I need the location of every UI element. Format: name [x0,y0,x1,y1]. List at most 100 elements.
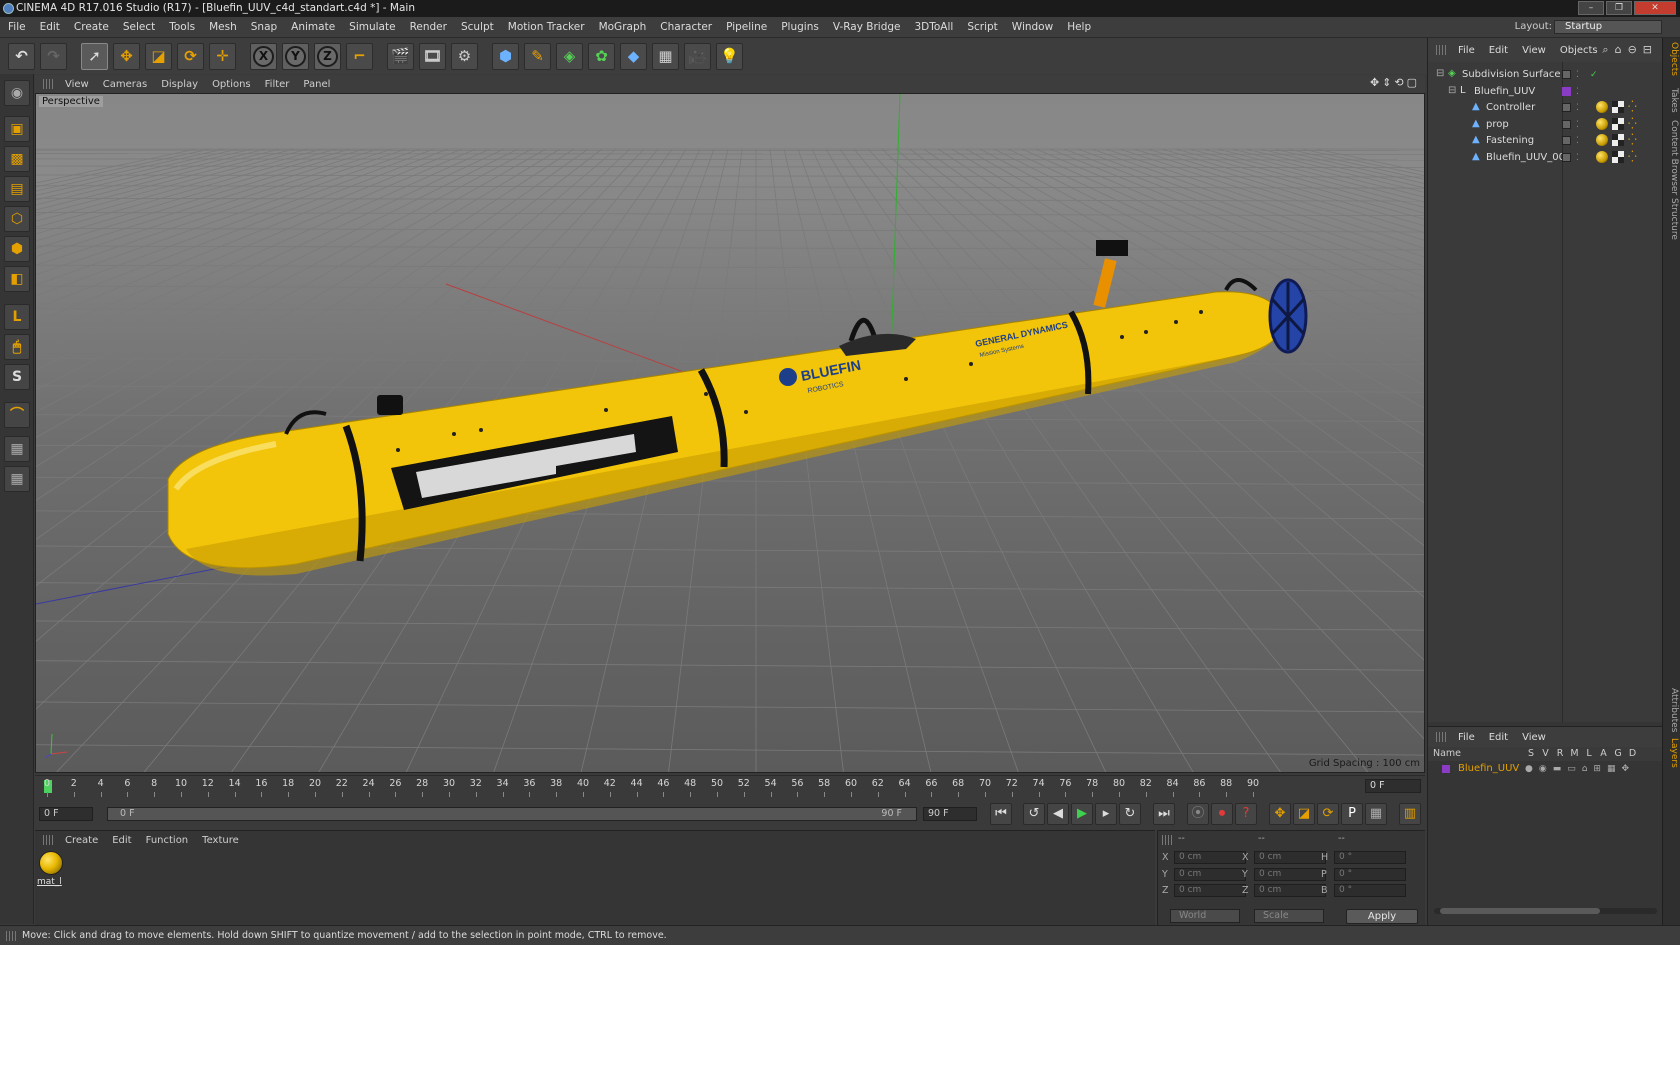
uvw-tag-icon[interactable] [1612,117,1624,130]
object-manager-tool-icons[interactable]: ⌕⌂⊖⊟ [1602,43,1658,57]
uuv-model[interactable]: BLUEFIN ROBOTICS GENERAL DYNAMICS Missio… [167,240,1308,576]
floor-icon[interactable]: ▦ [652,42,679,70]
visibility-toggle-icon[interactable] [1562,152,1571,162]
timeline-window-icon[interactable]: ▥ [1399,803,1421,825]
menu-item-v-ray-bridge[interactable]: V-Ray Bridge [833,21,901,33]
expand-icon[interactable]: ⊟ [1436,69,1446,79]
material-tag-icon[interactable] [1596,134,1608,146]
rotate-tool-icon[interactable]: ⟳ [177,42,204,70]
play-icon[interactable]: ▶ [1071,803,1093,825]
viewport-menu-display[interactable]: Display [161,79,198,90]
menu-item-mograph[interactable]: MoGraph [599,21,647,33]
object-name[interactable]: Controller [1486,99,1535,116]
enabled-check-icon[interactable]: ✓ [1590,67,1598,84]
object-manager-tree[interactable]: ⊟ ◈ Subdivision Surface ⁚ ✓ ⊟ L Bluefin_UUV ⁚ ▲ Co… [1428,62,1663,722]
magnet-icon[interactable]: ⌒ [4,402,30,428]
model-mode-icon[interactable]: ▣ [4,116,30,142]
side-tab-structure[interactable]: Structure [1665,198,1679,240]
uvw-tag-icon[interactable] [1612,101,1624,113]
layer-menu-edit[interactable]: Edit [1489,732,1508,743]
spline-pen-icon[interactable]: ✎ [524,42,551,70]
coord-mode-select[interactable]: Scale [1254,909,1324,923]
side-tab-takes[interactable]: Takes [1665,88,1679,113]
x-axis-lock-icon[interactable]: X [250,42,277,70]
material-swatch[interactable] [39,851,63,875]
side-tab-content-browser[interactable]: Content Browser [1665,120,1679,195]
render-settings-icon[interactable]: ⚙ [451,42,478,70]
key-point-level-icon[interactable]: ▦ [1365,803,1387,825]
layer-column-m[interactable]: M [1570,747,1580,761]
snap-icon[interactable]: S [4,364,30,390]
editor-render-dots-icon[interactable]: ⁚ [1576,67,1579,84]
menu-item-file[interactable]: File [8,21,26,33]
menu-item-create[interactable]: Create [74,21,109,33]
coord-value-field[interactable]: 0 cm [1174,884,1246,897]
visibility-toggle-icon[interactable] [1562,119,1571,129]
next-key-icon[interactable]: ↻ [1119,803,1141,825]
menu-item-window[interactable]: Window [1012,21,1053,33]
layer-column-v[interactable]: V [1541,747,1551,761]
subdivision-icon[interactable]: ◈ [556,42,583,70]
move-tool-icon[interactable]: ✥ [113,42,140,70]
close-button[interactable]: ✕ [1634,1,1676,15]
object-name[interactable]: Subdivision Surface [1462,66,1561,83]
coord-value-field[interactable]: 0 ° [1334,867,1406,881]
menu-item-character[interactable]: Character [660,21,712,33]
phong-tag-icon[interactable]: ⁛ [1628,134,1640,146]
menu-item-motion-tracker[interactable]: Motion Tracker [508,21,585,33]
material-tag-icon[interactable] [1596,150,1608,163]
workplane-lock-icon[interactable]: ▦ [4,436,30,462]
timeline-ruler[interactable]: 0 F 0 2 4 6 8 10 12 14 16 18 20 22 24 26 28 30 32 34 36 38 4… [35,775,1425,799]
layer-column-a[interactable]: A [1599,747,1609,761]
cube-object-icon[interactable]: ⬢ [492,42,519,70]
coord-value-field[interactable]: 0 cm [1254,851,1326,864]
menu-item-simulate[interactable]: Simulate [349,21,395,33]
visibility-toggle-icon[interactable] [1562,70,1571,79]
uvw-tag-icon[interactable] [1612,134,1624,146]
layer-row[interactable]: Bluefin_UUV ●◉▬▭⌂⊞▦✥ [1428,762,1663,776]
material-menu-edit[interactable]: Edit [112,835,131,846]
perspective-viewport[interactable]: BLUEFIN ROBOTICS GENERAL DYNAMICS Missio… [35,93,1425,773]
layer-color-icon[interactable] [1562,86,1571,96]
keyframe-selection-icon[interactable]: ? [1235,803,1257,825]
key-rotation-icon[interactable]: ⟳ [1317,803,1339,825]
viewport-menu-cameras[interactable]: Cameras [103,79,147,90]
menu-item-render[interactable]: Render [410,21,447,33]
phong-tag-icon[interactable]: ⁛ [1628,101,1640,113]
coord-space-select[interactable]: World [1170,909,1240,923]
texture-mode-icon[interactable]: ▩ [4,146,30,172]
prev-frame-icon[interactable]: ◀ [1047,803,1069,825]
side-tab-attributes[interactable]: Attributes [1665,688,1679,732]
menu-item-pipeline[interactable]: Pipeline [726,21,767,33]
scale-tool-icon[interactable]: ◪ [145,42,172,70]
layer-column-s[interactable]: S [1526,747,1536,761]
auto-keying-icon[interactable]: ⏺ [1211,803,1233,825]
object-name[interactable]: Fastening [1486,132,1534,149]
workplane-grid-icon[interactable]: ▦ [4,466,30,492]
editor-render-dots-icon[interactable]: ⁚ [1576,84,1579,101]
restore-button[interactable]: ❐ [1606,1,1632,15]
editor-render-dots-icon[interactable]: ⁚ [1576,133,1579,150]
record-keys-icon[interactable]: ⦿ [1187,803,1209,825]
object-row[interactable]: ▲ Fastening ⁚ ⁛ [1428,132,1663,149]
object-name[interactable]: Bluefin_UUV_001 [1486,149,1571,166]
coord-value-field[interactable]: 0 ° [1334,851,1406,864]
phong-tag-icon[interactable]: ⁛ [1628,150,1640,163]
points-mode-icon[interactable]: ⬡ [4,206,30,232]
redo-button[interactable]: ↷ [40,42,67,70]
object-row[interactable]: ▲ Controller ⁚ ⁛ [1428,99,1663,116]
axis-mode-icon[interactable]: L [4,304,30,330]
object-menu-edit[interactable]: Edit [1489,45,1508,56]
object-row[interactable]: ▲ Bluefin_UUV_001 ⁚ ⁛ [1428,149,1663,166]
editor-render-dots-icon[interactable]: ⁚ [1576,100,1579,117]
goto-end-icon[interactable]: ⏭ [1153,803,1175,825]
prev-key-icon[interactable]: ↺ [1023,803,1045,825]
object-menu-objects[interactable]: Objects [1560,45,1598,56]
array-icon[interactable]: ✿ [588,42,615,70]
menu-item-snap[interactable]: Snap [251,21,277,33]
layer-menu-file[interactable]: File [1458,732,1475,743]
menu-item-animate[interactable]: Animate [291,21,335,33]
object-menu-view[interactable]: View [1522,45,1546,56]
undo-button[interactable]: ↶ [8,42,35,70]
layer-column-d[interactable]: D [1628,747,1638,761]
